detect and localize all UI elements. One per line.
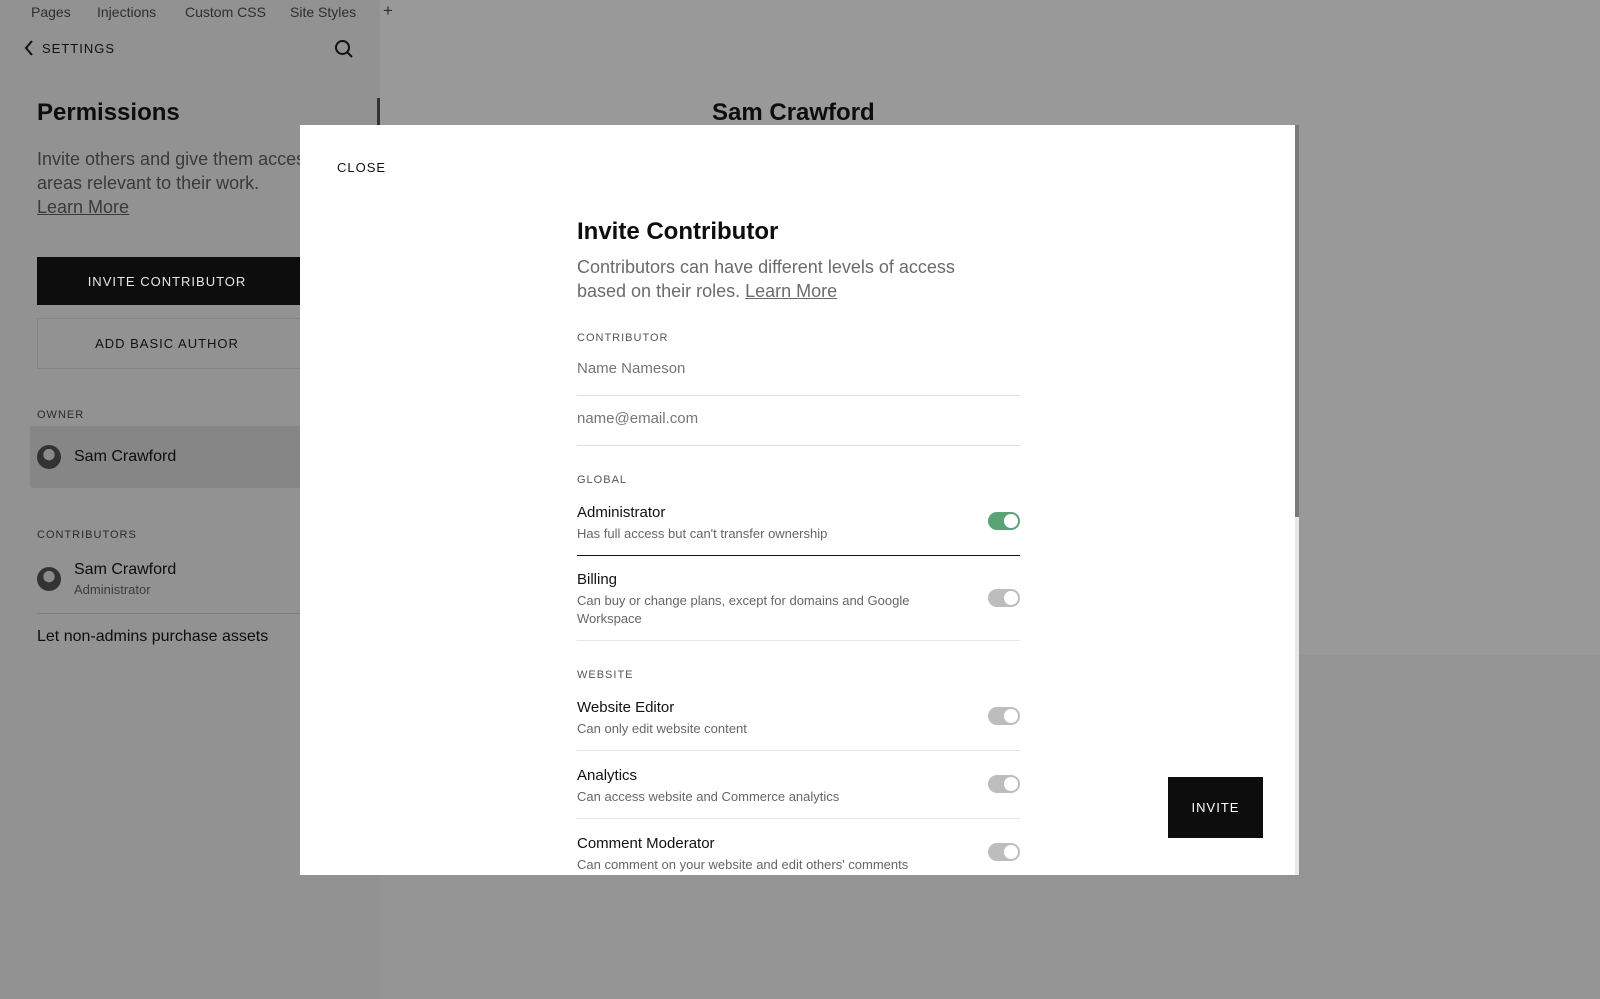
invite-modal (300, 125, 1299, 875)
modal-learn-more-link[interactable]: Learn More (745, 281, 837, 301)
sidebar-description: Invite others and give them access to ar… (37, 149, 335, 193)
avatar (37, 567, 61, 591)
permission-desc: Has full access but can't transfer owner… (577, 526, 828, 541)
contributor-role: Administrator (74, 582, 151, 597)
owner-row[interactable]: Sam Crawford (30, 426, 320, 488)
owner-label: OWNER (37, 409, 85, 421)
tab-injections[interactable]: Injections (97, 4, 156, 20)
permission-title: Billing (577, 571, 618, 588)
learn-more-link[interactable]: Learn More (37, 197, 129, 217)
add-basic-author-button[interactable]: ADD BASIC AUTHOR (37, 318, 317, 369)
tab-custom-css[interactable]: Custom CSS (185, 4, 266, 20)
add-tab-button[interactable]: + (383, 1, 393, 21)
invite-contributor-button[interactable]: INVITE CONTRIBUTOR (37, 257, 317, 305)
permission-title: Analytics (577, 767, 638, 784)
permission-desc: Can comment on your website and edit oth… (577, 857, 909, 872)
modal-scrollbar[interactable] (1295, 125, 1299, 517)
divider (577, 750, 1020, 751)
divider (577, 445, 1020, 446)
administrator-toggle[interactable] (988, 512, 1020, 530)
chevron-left-icon (24, 40, 33, 56)
analytics-toggle[interactable] (988, 775, 1020, 793)
tab-site-styles[interactable]: Site Styles (290, 4, 356, 20)
divider (577, 818, 1020, 819)
global-label: GLOBAL (577, 474, 628, 486)
contributor-name: Sam Crawford (74, 561, 177, 578)
permission-title: Comment Moderator (577, 835, 715, 852)
purchase-assets-setting[interactable]: Let non-admins purchase assets (37, 628, 268, 646)
sidebar-scrollbar[interactable] (377, 98, 380, 126)
website-label: WEBSITE (577, 669, 634, 681)
permission-title: Website Editor (577, 699, 675, 716)
email-input[interactable] (577, 410, 1020, 427)
permission-desc: Can only edit website content (577, 721, 747, 736)
divider (577, 640, 1020, 641)
tab-pages[interactable]: Pages (31, 4, 71, 20)
comment-moderator-toggle[interactable] (988, 843, 1020, 861)
modal-title: Invite Contributor (577, 218, 779, 245)
avatar (37, 445, 61, 469)
search-icon[interactable] (334, 39, 354, 59)
back-to-settings[interactable]: SETTINGS (24, 40, 115, 56)
divider (37, 613, 320, 614)
page-title: Permissions (37, 99, 180, 126)
invite-button[interactable]: INVITE (1168, 777, 1263, 838)
close-button[interactable]: CLOSE (337, 160, 386, 175)
permission-title: Administrator (577, 504, 666, 521)
main-heading: Sam Crawford (712, 99, 875, 126)
permission-desc: Can access website and Commerce analytic… (577, 789, 840, 804)
billing-toggle[interactable] (988, 589, 1020, 607)
divider (577, 555, 1020, 556)
permission-desc: Can buy or change plans, except for doma… (577, 593, 910, 626)
back-label: SETTINGS (42, 40, 116, 56)
owner-name: Sam Crawford (74, 448, 177, 465)
divider (577, 395, 1020, 396)
contributor-label: CONTRIBUTOR (577, 332, 669, 344)
contributor-row[interactable]: Sam Crawford Administrator (37, 561, 176, 597)
modal-scroll-track (1295, 517, 1299, 875)
name-input[interactable] (577, 360, 1020, 377)
contributors-label: CONTRIBUTORS (37, 529, 137, 541)
website-editor-toggle[interactable] (988, 707, 1020, 725)
